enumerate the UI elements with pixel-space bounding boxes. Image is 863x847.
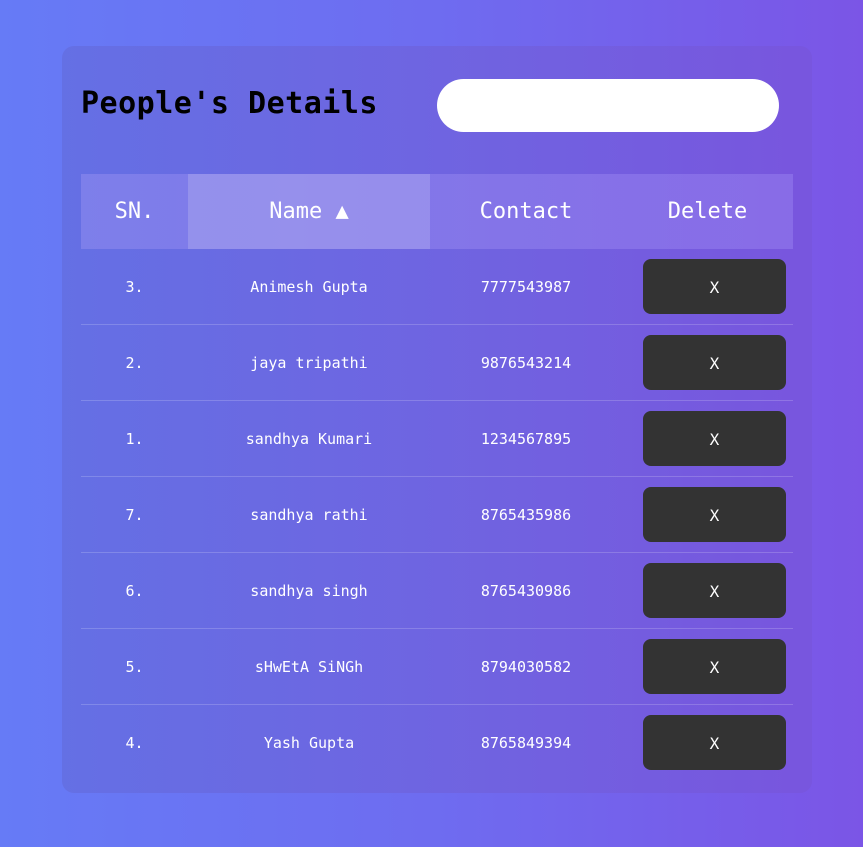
column-header-delete: Delete (667, 199, 748, 224)
delete-button[interactable]: X (643, 335, 786, 390)
search-input[interactable] (437, 79, 779, 132)
cell-name: sandhya singh (188, 552, 430, 629)
cell-delete: X (622, 705, 793, 781)
column-header-contact[interactable]: Contact (430, 174, 622, 249)
cell-sn: 4. (125, 733, 144, 752)
table-row: 5. sHwEtA SiNGh 8794030582 X (81, 628, 793, 705)
cell-name: sHwEtA SiNGh (188, 628, 430, 705)
cell-name: jaya tripathi (188, 324, 430, 401)
table-row: 2. jaya tripathi 9876543214 X (81, 324, 793, 401)
cell-delete: X (622, 400, 793, 477)
table-row: 4. Yash Gupta 8765849394 X (81, 705, 793, 781)
table-row: 1. sandhya Kumari 1234567895 X (81, 400, 793, 477)
cell-contact: 8765435986 (430, 476, 622, 553)
cell-sn: 2. (81, 324, 188, 401)
delete-button[interactable]: X (643, 563, 786, 618)
cell-sn: 5. (81, 628, 188, 705)
table-header-row: SN. Name ▲ Contact Delete (81, 174, 793, 249)
cell-name: sandhya rathi (188, 476, 430, 553)
cell-contact: 7777543987 (430, 249, 622, 325)
delete-button[interactable]: X (643, 715, 786, 770)
cell-contact: 1234567895 (430, 400, 622, 477)
table-row: 3. Animesh Gupta 7777543987 X (81, 249, 793, 325)
cell-sn: 3. (81, 249, 188, 325)
cell-contact: 8765430986 (430, 552, 622, 629)
cell-delete: X (622, 324, 793, 401)
people-card: People's Details SN. Name ▲ Contact Dele… (62, 46, 812, 793)
delete-button[interactable]: X (643, 487, 786, 542)
cell-contact: 8765849394 (480, 733, 572, 752)
cell-sn: 6. (81, 552, 188, 629)
column-header-sn[interactable]: SN. (81, 174, 188, 249)
cell-delete: X (622, 249, 793, 325)
cell-contact: 9876543214 (430, 324, 622, 401)
cell-contact: 8794030582 (430, 628, 622, 705)
cell-delete: X (622, 476, 793, 553)
delete-button[interactable]: X (643, 259, 786, 314)
cell-sn: 7. (81, 476, 188, 553)
cell-name: Yash Gupta (263, 733, 355, 752)
delete-button[interactable]: X (643, 639, 786, 694)
table-row: 6. sandhya singh 8765430986 X (81, 552, 793, 629)
people-table: SN. Name ▲ Contact Delete 3. Animesh Gup… (81, 174, 793, 780)
delete-button[interactable]: X (643, 411, 786, 466)
page-title: People's Details (81, 86, 378, 121)
cell-name: Animesh Gupta (188, 249, 430, 325)
cell-delete: X (622, 628, 793, 705)
cell-delete: X (622, 552, 793, 629)
cell-name: sandhya Kumari (188, 400, 430, 477)
column-header-name[interactable]: Name ▲ (188, 174, 430, 249)
cell-sn: 1. (81, 400, 188, 477)
table-row: 7. sandhya rathi 8765435986 X (81, 476, 793, 553)
